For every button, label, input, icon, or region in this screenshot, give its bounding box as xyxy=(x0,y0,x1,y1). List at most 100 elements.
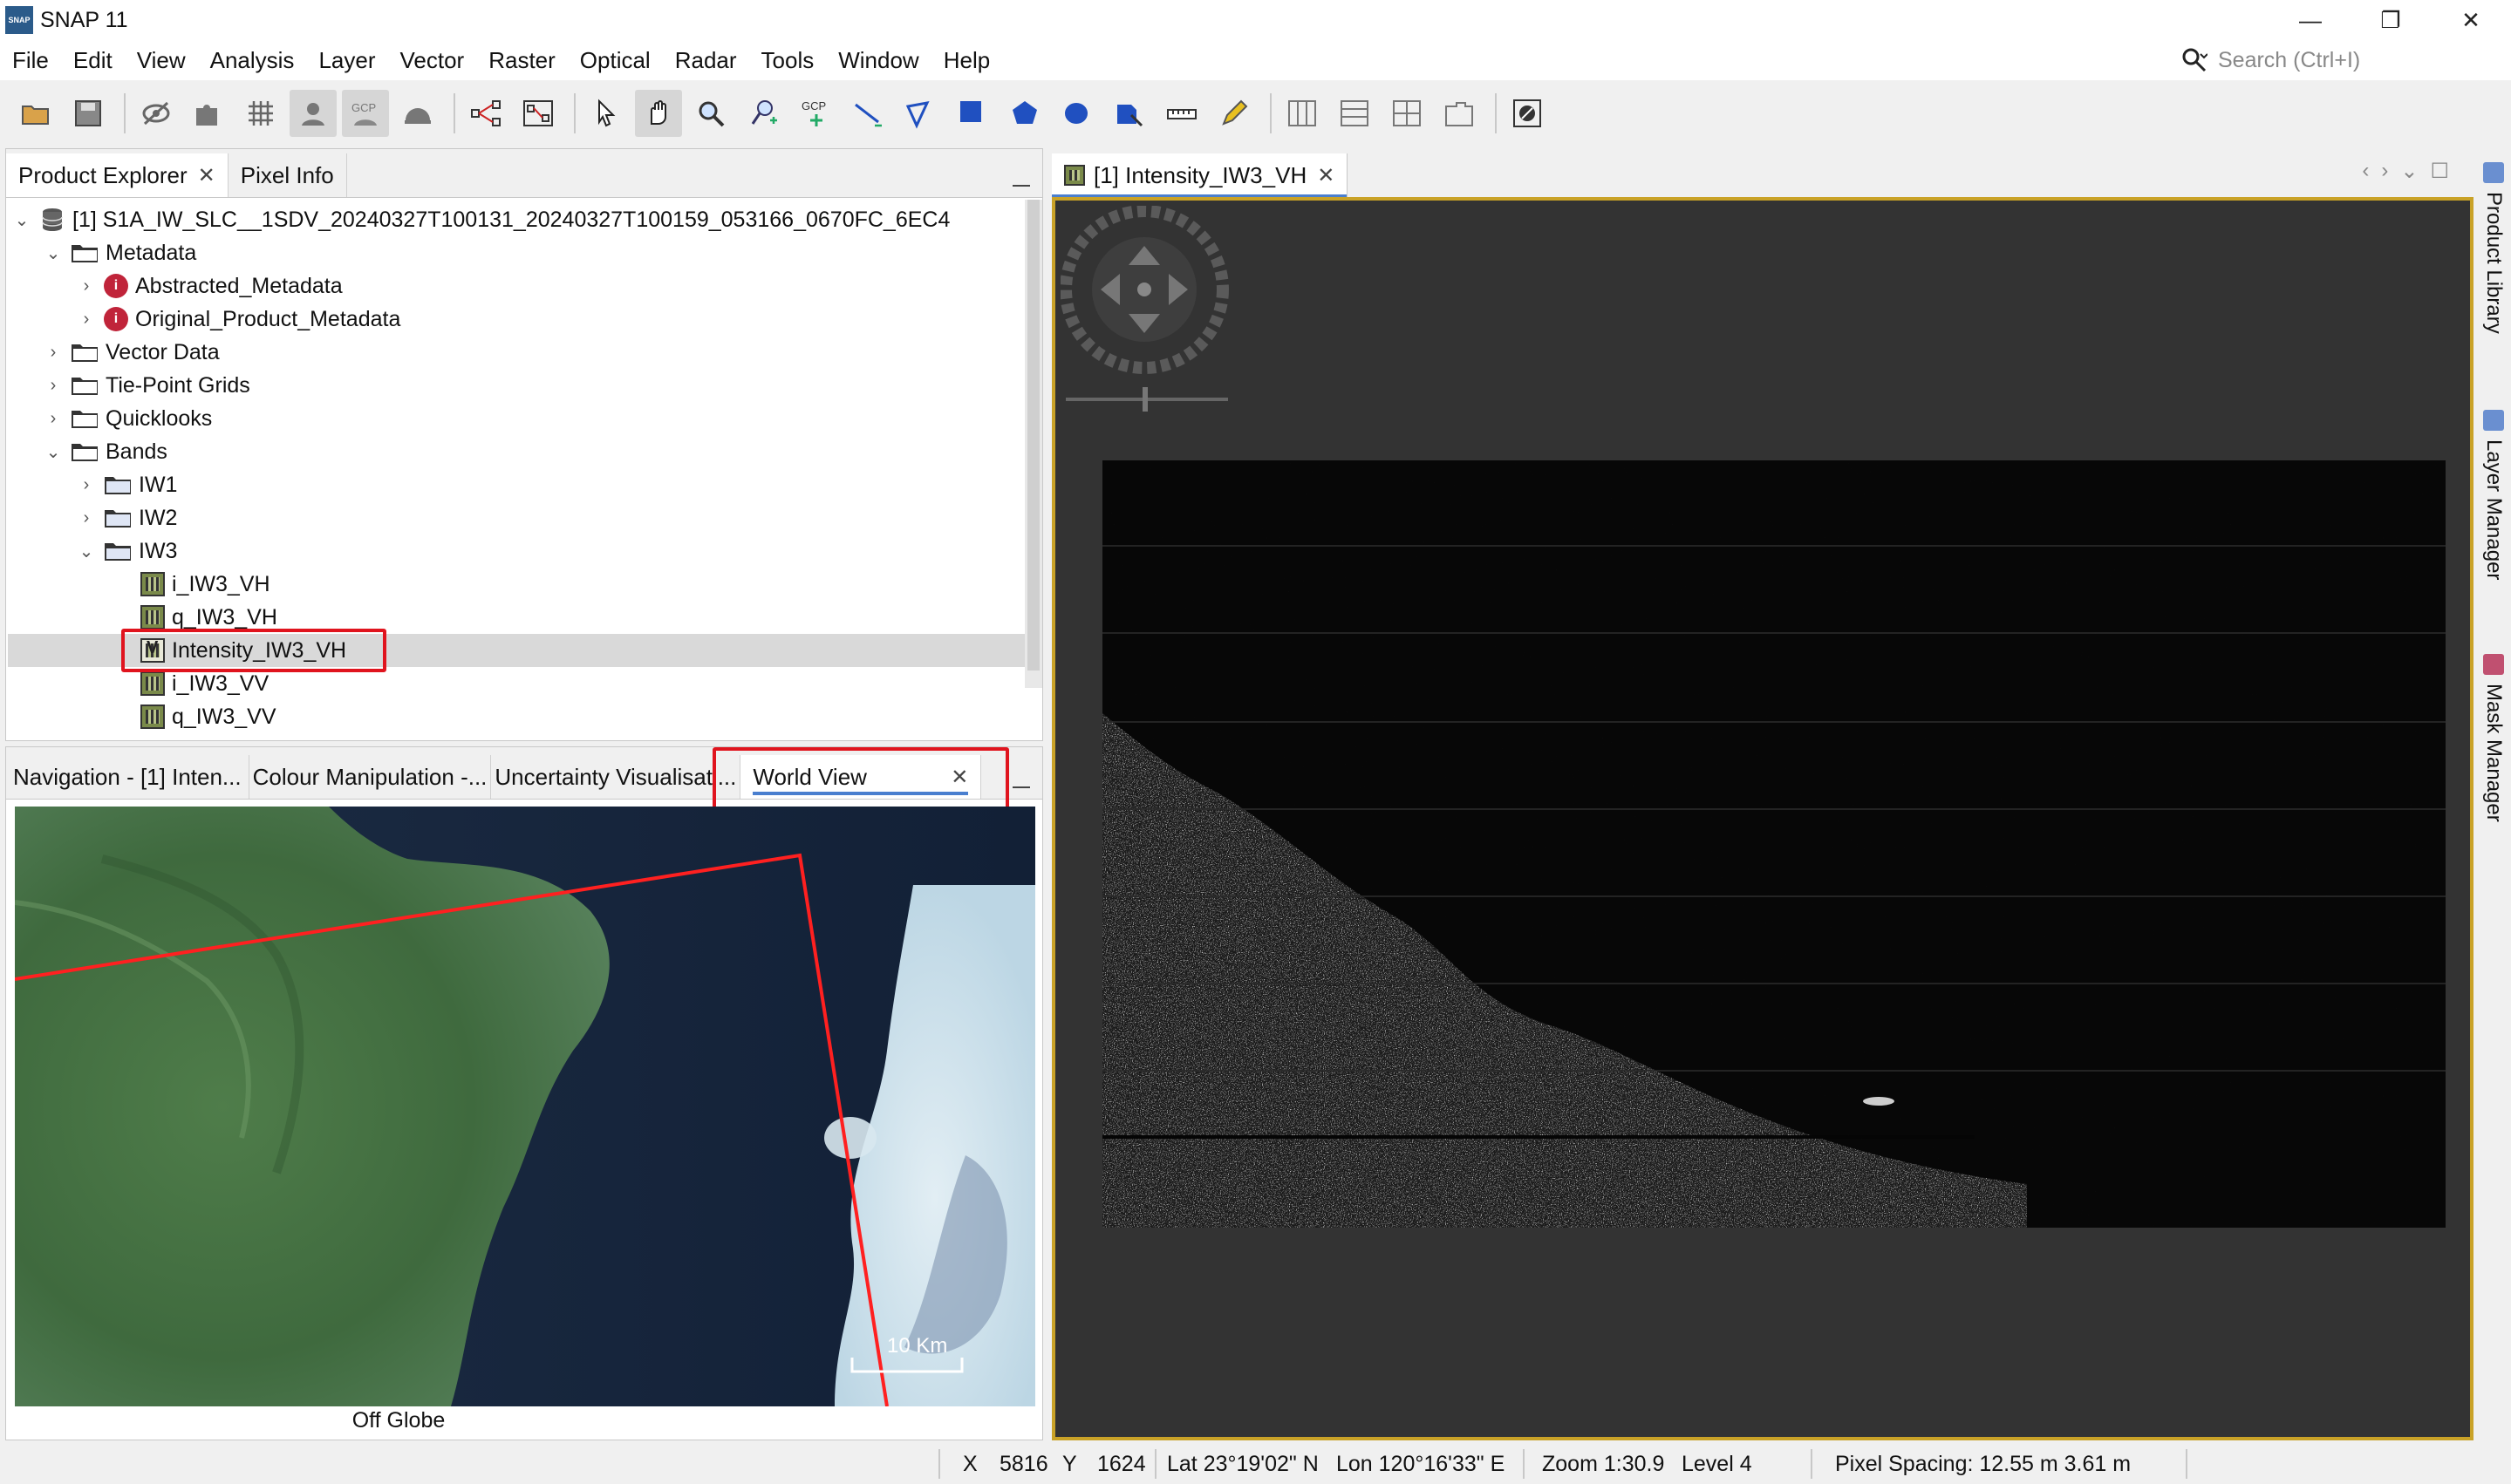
search-box[interactable]: Search (Ctrl+I) xyxy=(2180,44,2488,77)
gcp-placing-button[interactable]: GCP xyxy=(792,90,839,137)
side-tab-mask-manager[interactable]: Mask Manager xyxy=(2479,654,2508,822)
tree-node-q-iw3-vv[interactable]: q_IW3_VV xyxy=(133,700,276,733)
scrollbar-thumb[interactable] xyxy=(1027,200,1040,671)
draw-tool-button[interactable] xyxy=(1211,90,1258,137)
image-canvas[interactable] xyxy=(1052,197,2473,1440)
minimize-panel-button[interactable] xyxy=(1013,185,1030,187)
tile-evenly-button[interactable] xyxy=(1279,90,1326,137)
minimize-panel-button[interactable] xyxy=(1013,786,1030,788)
tile-rows-icon xyxy=(1341,100,1368,126)
menu-help[interactable]: Help xyxy=(931,47,1002,74)
open-product-button[interactable] xyxy=(12,90,59,137)
rectangle-draw-button[interactable] xyxy=(949,90,996,137)
range-finder-button[interactable] xyxy=(1158,90,1205,137)
menu-radar[interactable]: Radar xyxy=(663,47,749,74)
tab-list-icon[interactable]: ⌄ xyxy=(2400,159,2418,184)
tree-node-iw3[interactable]: ⌄ IW3 xyxy=(76,534,178,568)
magic-wand-button[interactable] xyxy=(1106,90,1153,137)
save-product-button[interactable] xyxy=(65,90,112,137)
tab-product-explorer[interactable]: Product Explorer ✕ xyxy=(6,153,229,197)
ellipse-draw-button[interactable] xyxy=(1054,90,1101,137)
maximize-window-icon[interactable]: ☐ xyxy=(2430,159,2449,184)
search-input[interactable]: Search (Ctrl+I) xyxy=(2218,48,2360,73)
navigation-control[interactable] xyxy=(1061,206,1235,415)
metadata-info-icon: i xyxy=(104,274,128,298)
sync-views-button[interactable] xyxy=(1504,90,1551,137)
menu-view[interactable]: View xyxy=(125,47,198,74)
side-tab-layer-manager[interactable]: Layer Manager xyxy=(2479,410,2508,580)
select-tool-button[interactable] xyxy=(583,90,630,137)
menu-optical[interactable]: Optical xyxy=(568,47,663,74)
chevron-down-icon[interactable]: ⌄ xyxy=(11,209,32,230)
scroll-right-icon[interactable]: › xyxy=(2381,159,2388,184)
tree-node-tie-point-grids[interactable]: › Tie-Point Grids xyxy=(43,369,250,402)
tree-node-quicklooks[interactable]: › Quicklooks xyxy=(43,402,213,435)
chevron-right-icon[interactable]: › xyxy=(43,342,64,363)
tree-node-iw2[interactable]: › IW2 xyxy=(76,501,178,534)
menu-file[interactable]: File xyxy=(0,47,61,74)
chevron-right-icon[interactable]: › xyxy=(76,276,97,296)
tab-uncertainty-visualisation[interactable]: Uncertainty Visualisati... xyxy=(491,755,741,799)
tab-navigation[interactable]: Navigation - [1] Inten... xyxy=(6,755,249,799)
zoom-tool-button[interactable] xyxy=(687,90,734,137)
chevron-right-icon[interactable]: › xyxy=(76,474,97,495)
tree-scrollbar[interactable] xyxy=(1025,200,1042,688)
menu-edit[interactable]: Edit xyxy=(61,47,125,74)
world-map-button[interactable] xyxy=(290,90,337,137)
tile-horizontal-button[interactable] xyxy=(1331,90,1378,137)
chevron-right-icon[interactable]: › xyxy=(76,507,97,528)
tree-node-bands[interactable]: ⌄ Bands xyxy=(43,435,167,468)
tile-single-button[interactable] xyxy=(1436,90,1483,137)
world-map-view[interactable]: 10 Km xyxy=(15,807,1035,1406)
mask-button[interactable] xyxy=(185,90,232,137)
tree-node-abstracted-metadata[interactable]: › i Abstracted_Metadata xyxy=(76,269,343,303)
menu-analysis[interactable]: Analysis xyxy=(198,47,307,74)
pin-placing-button[interactable] xyxy=(740,90,787,137)
menu-tools[interactable]: Tools xyxy=(749,47,827,74)
pin-button[interactable] xyxy=(394,90,441,137)
chevron-right-icon[interactable]: › xyxy=(43,408,64,429)
graph-builder-button[interactable] xyxy=(462,90,509,137)
maximize-button[interactable]: ❐ xyxy=(2351,0,2431,40)
scroll-left-icon[interactable]: ‹ xyxy=(2362,159,2369,184)
polyline-draw-button[interactable] xyxy=(897,90,944,137)
menu-layer[interactable]: Layer xyxy=(306,47,387,74)
menu-window[interactable]: Window xyxy=(826,47,931,74)
line-draw-button[interactable] xyxy=(844,90,891,137)
gcp-button[interactable]: GCP xyxy=(342,90,389,137)
minimize-button[interactable]: — xyxy=(2270,0,2351,40)
pan-tool-button[interactable] xyxy=(635,90,682,137)
tab-colour-manipulation[interactable]: Colour Manipulation -... xyxy=(249,755,492,799)
tree-node-product[interactable]: ⌄ [1] S1A_IW_SLC__1SDV_20240327T100131_2… xyxy=(11,203,951,236)
chevron-right-icon[interactable]: › xyxy=(43,375,64,396)
band-maths-button[interactable] xyxy=(133,90,180,137)
chevron-right-icon[interactable]: › xyxy=(76,309,97,330)
status-x-label: X xyxy=(963,1451,978,1476)
node-label: Quicklooks xyxy=(106,405,213,431)
tab-intensity-iw3-vh[interactable]: [1] Intensity_IW3_VH ✕ xyxy=(1052,153,1348,197)
side-tab-label: Mask Manager xyxy=(2482,684,2506,822)
globe-person-icon xyxy=(302,103,324,126)
tab-pixel-info[interactable]: Pixel Info xyxy=(228,153,347,197)
menu-vector[interactable]: Vector xyxy=(387,47,476,74)
polygon-draw-button[interactable] xyxy=(1001,90,1048,137)
menu-raster[interactable]: Raster xyxy=(476,47,568,74)
close-tab-icon[interactable]: ✕ xyxy=(198,163,215,188)
side-tab-product-library[interactable]: Product Library xyxy=(2479,162,2508,334)
chevron-down-icon[interactable]: ⌄ xyxy=(43,242,64,263)
batch-processing-button[interactable] xyxy=(515,90,562,137)
tree-node-iw1[interactable]: › IW1 xyxy=(76,468,178,501)
close-tab-icon[interactable]: ✕ xyxy=(1317,163,1334,188)
chevron-down-icon[interactable]: ⌄ xyxy=(76,541,97,562)
folder-icon xyxy=(72,411,98,428)
tree-node-vector-data[interactable]: › Vector Data xyxy=(43,336,220,369)
graticule-button[interactable] xyxy=(237,90,284,137)
tree-node-i-iw3-vh[interactable]: i_IW3_VH xyxy=(133,568,270,601)
tree-node-metadata[interactable]: ⌄ Metadata xyxy=(43,236,197,269)
chevron-down-icon[interactable]: ⌄ xyxy=(43,441,64,462)
close-button[interactable]: ✕ xyxy=(2431,0,2511,40)
tile-grid-button[interactable] xyxy=(1383,90,1430,137)
tree-node-original-metadata[interactable]: › i Original_Product_Metadata xyxy=(76,303,400,336)
polyline-icon xyxy=(905,101,930,129)
rectangle-icon xyxy=(960,101,981,122)
